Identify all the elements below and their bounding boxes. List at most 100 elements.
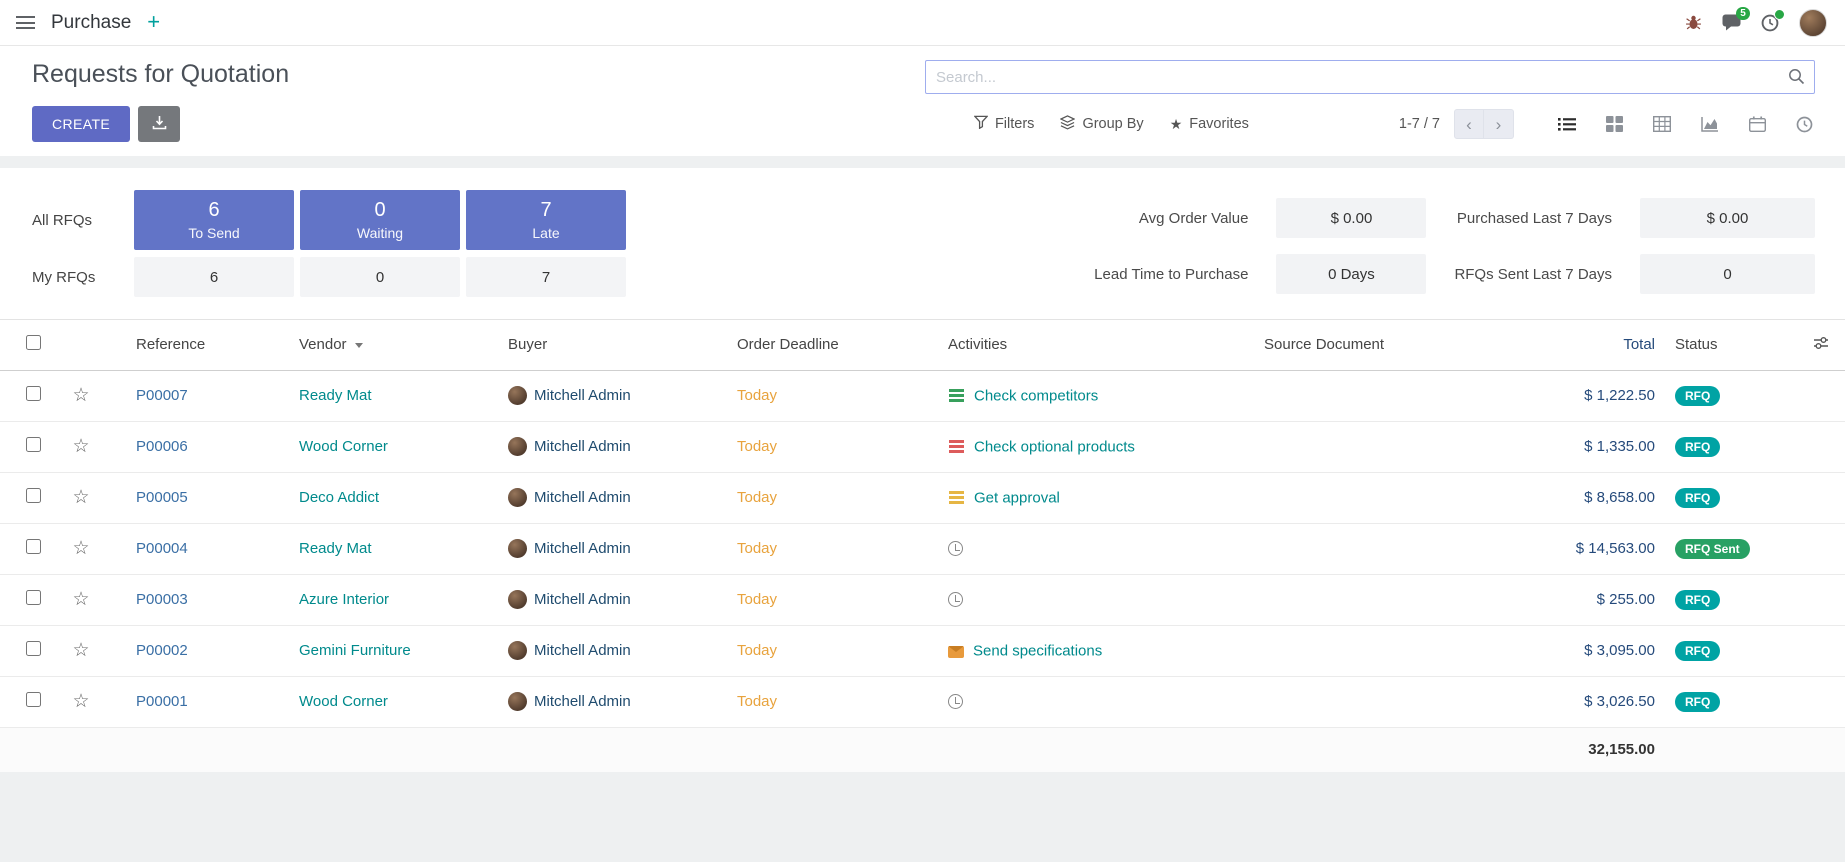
buyer-name: Mitchell Admin (534, 387, 631, 404)
pager-previous-button[interactable] (1454, 109, 1484, 139)
reference-link[interactable]: P00005 (136, 489, 188, 506)
control-panel: Requests for Quotation CREATE Filters (0, 46, 1845, 156)
favorite-star-icon[interactable] (72, 388, 89, 405)
activity-icon[interactable] (948, 387, 965, 404)
column-header-vendor[interactable]: Vendor (279, 320, 494, 370)
messages-icon[interactable]: 5 (1722, 14, 1741, 31)
graph-view-icon[interactable] (1699, 114, 1721, 134)
table-row[interactable]: P00005 Deco Addict Mitchell Admin Today … (0, 472, 1845, 523)
activity-icon[interactable] (948, 592, 963, 607)
activity-label[interactable]: Send specifications (973, 642, 1102, 659)
vendor-link[interactable]: Wood Corner (299, 438, 388, 455)
favorite-star-icon[interactable] (72, 643, 89, 660)
row-checkbox[interactable] (26, 590, 41, 605)
table-row[interactable]: P00001 Wood Corner Mitchell Admin Today … (0, 676, 1845, 727)
row-checkbox[interactable] (26, 437, 41, 452)
reference-link[interactable]: P00003 (136, 591, 188, 608)
debug-bug-icon[interactable] (1685, 14, 1702, 31)
table-row[interactable]: P00006 Wood Corner Mitchell Admin Today … (0, 421, 1845, 472)
buyer-avatar (508, 590, 527, 609)
status-badge: RFQ (1675, 488, 1720, 508)
activity-icon[interactable] (948, 489, 965, 506)
favorite-star-icon[interactable] (72, 541, 89, 558)
row-checkbox[interactable] (26, 539, 41, 554)
tile-waiting[interactable]: 0 Waiting (300, 190, 460, 250)
row-checkbox[interactable] (26, 641, 41, 656)
buyer-name: Mitchell Admin (534, 642, 631, 659)
column-header-source-document[interactable]: Source Document (1244, 320, 1492, 370)
column-header-total[interactable]: Total (1492, 320, 1667, 370)
tile-waiting-label: Waiting (357, 225, 403, 241)
total-amount: $ 14,563.00 (1492, 523, 1667, 574)
optional-columns-icon[interactable] (1797, 320, 1845, 370)
buyer-name: Mitchell Admin (534, 591, 631, 608)
group-by-button[interactable]: Group By (1060, 115, 1143, 134)
column-header-order-deadline[interactable]: Order Deadline (729, 320, 944, 370)
activity-label[interactable]: Get approval (974, 489, 1060, 506)
order-deadline: Today (737, 591, 777, 608)
tile-late[interactable]: 7 Late (466, 190, 626, 250)
favorite-star-icon[interactable] (72, 439, 89, 456)
table-row[interactable]: P00007 Ready Mat Mitchell Admin Today Ch… (0, 370, 1845, 421)
pivot-view-icon[interactable] (1651, 114, 1673, 134)
column-header-status[interactable]: Status (1667, 320, 1797, 370)
activity-icon[interactable] (948, 541, 963, 556)
table-footer-row: 32,155.00 (0, 727, 1845, 772)
activity-icon[interactable] (948, 694, 963, 709)
column-header-activities[interactable]: Activities (944, 320, 1244, 370)
buyer-avatar (508, 692, 527, 711)
vendor-link[interactable]: Wood Corner (299, 693, 388, 710)
reference-link[interactable]: P00007 (136, 387, 188, 404)
export-button[interactable] (138, 106, 180, 142)
row-checkbox[interactable] (26, 692, 41, 707)
row-checkbox[interactable] (26, 488, 41, 503)
favorite-star-icon[interactable] (72, 490, 89, 507)
activity-label[interactable]: Check optional products (974, 438, 1135, 455)
tile-my-to-send[interactable]: 6 (134, 257, 294, 297)
tile-to-send[interactable]: 6 To Send (134, 190, 294, 250)
vendor-link[interactable]: Ready Mat (299, 387, 372, 404)
reference-link[interactable]: P00002 (136, 642, 188, 659)
table-row[interactable]: P00003 Azure Interior Mitchell Admin Tod… (0, 574, 1845, 625)
favorites-button[interactable]: Favorites (1170, 116, 1249, 133)
pager-next-button[interactable] (1484, 109, 1514, 139)
reference-link[interactable]: P00006 (136, 438, 188, 455)
list-view-icon[interactable] (1556, 114, 1578, 134)
app-name[interactable]: Purchase (51, 12, 131, 34)
search-icon[interactable] (1788, 68, 1805, 89)
activity-icon[interactable] (948, 646, 964, 658)
filter-funnel-icon (974, 115, 988, 133)
tile-my-waiting[interactable]: 0 (300, 257, 460, 297)
view-switcher (1556, 114, 1815, 135)
vendor-link[interactable]: Gemini Furniture (299, 642, 411, 659)
total-amount: $ 1,335.00 (1492, 421, 1667, 472)
row-checkbox[interactable] (26, 386, 41, 401)
column-header-reference[interactable]: Reference (104, 320, 279, 370)
apps-menu-icon[interactable] (16, 16, 35, 29)
user-avatar[interactable] (1799, 9, 1827, 37)
calendar-view-icon[interactable] (1747, 114, 1768, 134)
filters-button[interactable]: Filters (974, 115, 1034, 133)
sort-caret-icon (355, 343, 363, 348)
select-all-checkbox[interactable] (26, 335, 41, 350)
new-tab-plus-icon[interactable] (147, 11, 160, 33)
create-button[interactable]: CREATE (32, 106, 130, 142)
vendor-link[interactable]: Deco Addict (299, 489, 379, 506)
reference-link[interactable]: P00004 (136, 540, 188, 557)
favorite-star-icon[interactable] (72, 694, 89, 711)
favorite-star-icon[interactable] (72, 592, 89, 609)
search-input[interactable] (925, 60, 1815, 94)
kanban-view-icon[interactable] (1604, 114, 1625, 134)
activities-clock-icon[interactable] (1761, 14, 1779, 32)
column-header-buyer[interactable]: Buyer (494, 320, 729, 370)
vendor-link[interactable]: Ready Mat (299, 540, 372, 557)
vendor-link[interactable]: Azure Interior (299, 591, 389, 608)
activity-icon[interactable] (948, 438, 965, 455)
table-row[interactable]: P00004 Ready Mat Mitchell Admin Today $ … (0, 523, 1845, 574)
reference-link[interactable]: P00001 (136, 693, 188, 710)
kpi-lead-time: 0 Days (1276, 254, 1426, 294)
table-row[interactable]: P00002 Gemini Furniture Mitchell Admin T… (0, 625, 1845, 676)
activity-label[interactable]: Check competitors (974, 387, 1098, 404)
tile-my-late[interactable]: 7 (466, 257, 626, 297)
activity-view-icon[interactable] (1794, 114, 1815, 135)
